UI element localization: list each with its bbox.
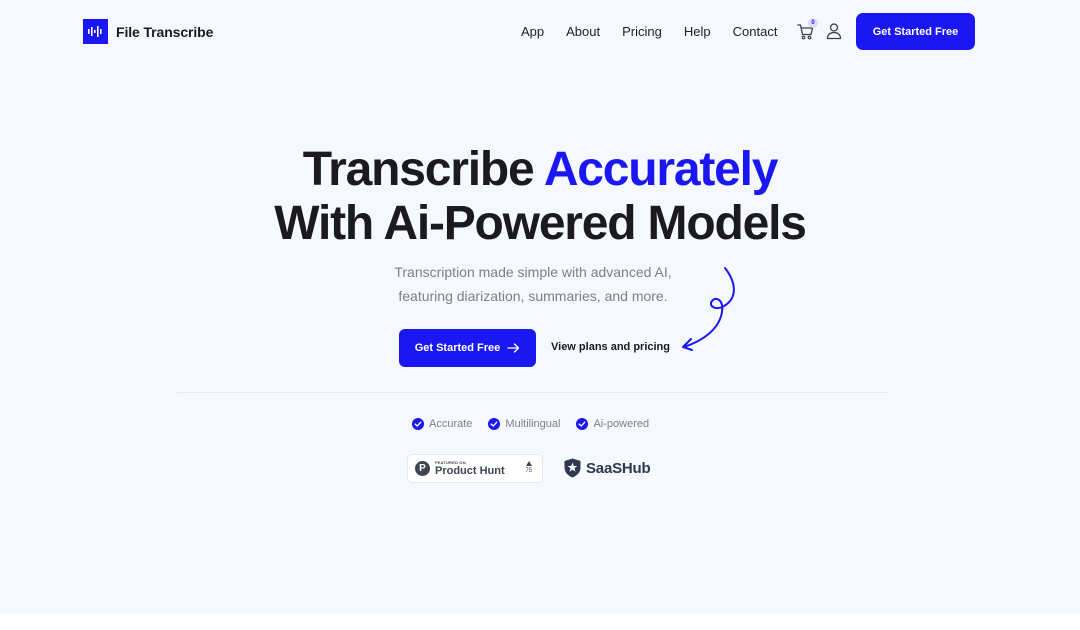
hero-title-line2: With Ai-Powered Models — [274, 197, 807, 250]
brand-logo-link[interactable]: File Transcribe — [83, 19, 213, 44]
nav-pricing[interactable]: Pricing — [622, 23, 662, 41]
check-circle-icon — [412, 418, 424, 430]
check-circle-icon — [576, 418, 589, 430]
brand-name: File Transcribe — [116, 23, 214, 40]
nav-about[interactable]: About — [566, 23, 600, 41]
user-account-icon[interactable] — [825, 22, 843, 40]
product-hunt-votes: 75 — [525, 461, 532, 474]
hero-title: Transcribe Accurately With Ai-Powered Mo… — [0, 143, 1080, 251]
main-nav: App About Pricing Help Contact — [521, 23, 799, 41]
hero-subtitle: Transcription made simple with advanced … — [0, 260, 1066, 308]
feature-label: Ai-powered — [593, 418, 650, 430]
hero-title-part1: Transcribe — [302, 143, 544, 196]
view-plans-link[interactable]: View plans and pricing — [551, 341, 670, 353]
saashub-shield-star-icon — [564, 458, 581, 478]
product-hunt-logo-icon: P — [415, 461, 430, 476]
hero-title-accent: Accurately — [543, 143, 779, 196]
feature-label: Multilingual — [505, 418, 561, 430]
hero-subtitle-line1: Transcription made simple with advanced … — [394, 264, 672, 280]
section-divider — [177, 392, 888, 393]
arrow-right-icon — [507, 343, 520, 353]
site-header: File Transcribe App About Pricing Help C… — [0, 0, 1080, 64]
feature-list: Accurate Multilingual Ai-powered — [412, 418, 665, 430]
upvote-triangle-icon — [525, 461, 532, 466]
product-hunt-text: FEATURED ON Product Hunt — [435, 460, 505, 477]
nav-app[interactable]: App — [521, 23, 544, 41]
header-get-started-button[interactable]: Get Started Free — [856, 13, 975, 50]
feature-label: Accurate — [429, 418, 473, 430]
feature-item: Multilingual — [488, 418, 560, 430]
hero-get-started-button[interactable]: Get Started Free — [399, 329, 536, 367]
waveform-logo-icon — [83, 19, 108, 44]
nav-help[interactable]: Help — [684, 23, 711, 41]
hero-cta-label: Get Started Free — [414, 342, 501, 354]
product-hunt-vote-count: 75 — [525, 468, 532, 474]
nav-contact[interactable]: Contact — [733, 23, 778, 41]
product-hunt-name: Product Hunt — [435, 465, 505, 477]
product-hunt-badge[interactable]: P FEATURED ON Product Hunt 75 — [407, 454, 543, 483]
feature-item: Accurate — [412, 418, 472, 430]
cart-count-badge: 0 — [808, 18, 818, 28]
curly-arrow-doodle-icon — [682, 267, 735, 351]
saashub-name: SaaSHub — [586, 459, 651, 477]
feature-item: Ai-powered — [576, 418, 649, 430]
check-circle-icon — [488, 418, 501, 430]
saashub-badge[interactable]: SaaSHub — [564, 458, 651, 478]
hero-subtitle-line2: featuring diarization, summaries, and mo… — [398, 288, 668, 304]
